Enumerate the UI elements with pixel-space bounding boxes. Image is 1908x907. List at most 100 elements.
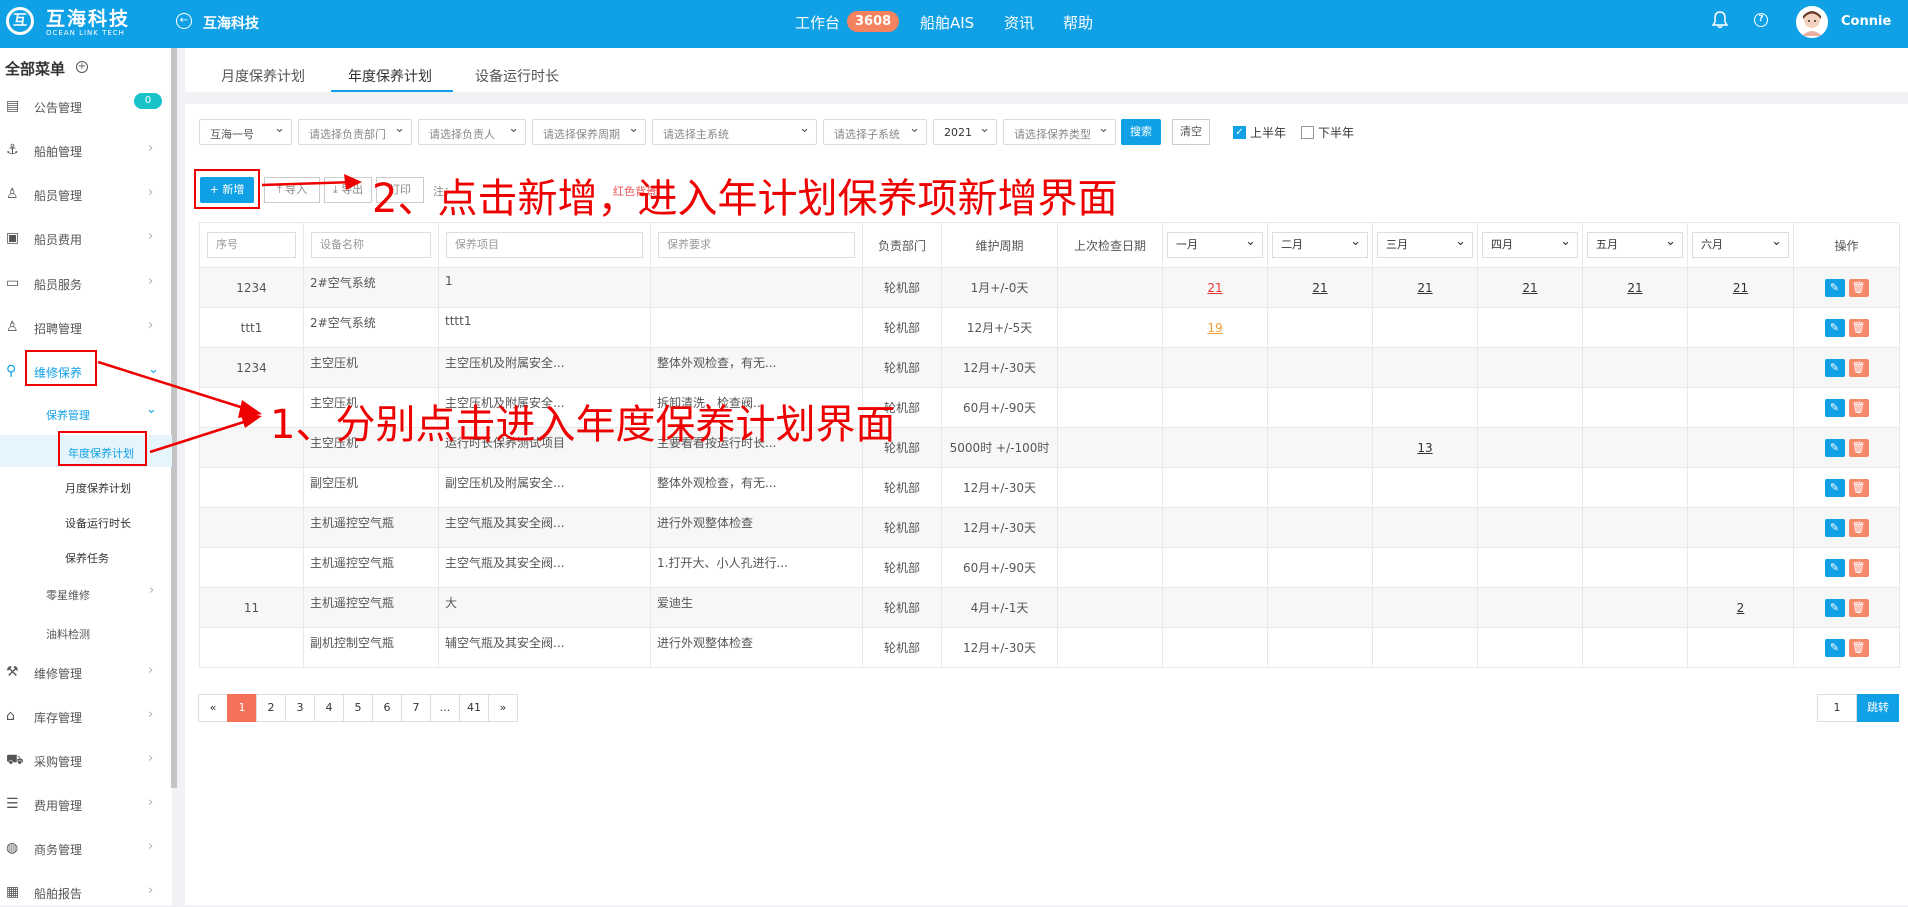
page-prev[interactable]: «	[198, 694, 228, 722]
sidebar-item-crew-service[interactable]: ▭ 船员服务 ›	[0, 268, 172, 298]
main-system-select[interactable]: 请选择主系统	[652, 119, 817, 145]
menu-add-icon[interactable]: +	[76, 61, 88, 73]
tab-monthly-plan[interactable]: 月度保养计划	[221, 66, 305, 86]
help-icon[interactable]: ?	[1754, 13, 1768, 27]
sidebar-item-repair[interactable]: 零星维修	[46, 587, 90, 603]
tab-runtime[interactable]: 设备运行时长	[475, 66, 559, 86]
sidebar-item-oil[interactable]: 油料检测	[46, 626, 90, 642]
back-icon[interactable]: ←	[176, 13, 192, 29]
page-jump-input[interactable]: 1	[1817, 694, 1857, 722]
month-1-select[interactable]: 一月	[1167, 230, 1263, 258]
sidebar-item-crew-cost[interactable]: ▣ 船员费用 ›	[0, 223, 172, 253]
sidebar-item-repair-mgmt[interactable]: ⚒ 维修管理 ›	[0, 657, 172, 687]
filter-no-input[interactable]: 序号	[207, 232, 296, 258]
sidebar-item-notice[interactable]: ▤ 公告管理	[0, 91, 172, 121]
month-count-link[interactable]: 19	[1207, 321, 1222, 335]
page-jump-button[interactable]: 跳转	[1857, 694, 1899, 722]
month-count-link[interactable]: 2	[1737, 601, 1745, 615]
sidebar-item-purchase[interactable]: ⛟ 采购管理 ›	[0, 745, 172, 775]
month-count-link[interactable]: 13	[1417, 441, 1432, 455]
sidebar-item-runtime[interactable]: 设备运行时长	[65, 515, 131, 531]
nav-ship-ais[interactable]: 船舶AIS	[920, 12, 974, 33]
month-3-select[interactable]: 三月	[1377, 230, 1473, 258]
edit-icon[interactable]: ✎	[1824, 638, 1845, 657]
sub-system-select[interactable]: 请选择子系统	[823, 119, 927, 145]
sidebar-item-stock[interactable]: ⌂ 库存管理 ›	[0, 701, 172, 731]
month-count-link[interactable]: 21	[1312, 281, 1327, 295]
month-count-link[interactable]: 21	[1627, 281, 1642, 295]
second-half-checkbox[interactable]	[1301, 126, 1314, 139]
cell-req: 整体外观检查，有无...	[650, 347, 863, 388]
page-1[interactable]: 1	[227, 694, 257, 722]
sidebar-item-tasks[interactable]: 保养任务	[65, 550, 109, 566]
edit-icon[interactable]: ✎	[1824, 598, 1845, 617]
page-2[interactable]: 2	[256, 694, 286, 722]
delete-icon[interactable]: 🗑	[1848, 358, 1869, 377]
delete-icon[interactable]: 🗑	[1848, 518, 1869, 537]
delete-icon[interactable]: 🗑	[1848, 318, 1869, 337]
export-button[interactable]: ⤓ 导出	[324, 177, 372, 203]
edit-icon[interactable]: ✎	[1824, 438, 1845, 457]
person-select[interactable]: 请选择负责人	[418, 119, 526, 145]
report-icon: ▦	[6, 884, 20, 900]
import-button[interactable]: ⤒ 导入	[264, 177, 320, 203]
delete-icon[interactable]: 🗑	[1848, 278, 1869, 297]
page-7[interactable]: 7	[401, 694, 431, 722]
page-5[interactable]: 5	[343, 694, 373, 722]
month-2-select[interactable]: 二月	[1272, 230, 1368, 258]
delete-icon[interactable]: 🗑	[1848, 398, 1869, 417]
filter-req-input[interactable]: 保养要求	[658, 232, 855, 258]
nav-news[interactable]: 资讯	[1004, 12, 1034, 33]
filter-item-input[interactable]: 保养项目	[446, 232, 643, 258]
dept-select[interactable]: 请选择负责部门	[298, 119, 412, 145]
sidebar-item-monthly-plan[interactable]: 月度保养计划	[65, 480, 131, 496]
month-4-select[interactable]: 四月	[1482, 230, 1578, 258]
month-6-select[interactable]: 六月	[1692, 230, 1789, 258]
sidebar-item-report[interactable]: ▦ 船舶报告 ›	[0, 877, 172, 907]
cycle-select[interactable]: 请选择保养周期	[532, 119, 646, 145]
edit-icon[interactable]: ✎	[1824, 318, 1845, 337]
tab-annual-plan[interactable]: 年度保养计划	[348, 66, 432, 86]
cell-month-1	[1162, 547, 1268, 588]
delete-icon[interactable]: 🗑	[1848, 638, 1869, 657]
edit-icon[interactable]: ✎	[1824, 478, 1845, 497]
clear-button[interactable]: 清空	[1172, 119, 1210, 145]
type-select[interactable]: 请选择保养类型	[1003, 119, 1116, 145]
delete-icon[interactable]: 🗑	[1848, 558, 1869, 577]
ship-select[interactable]: 互海一号	[199, 119, 292, 145]
month-count-link[interactable]: 21	[1733, 281, 1748, 295]
delete-icon[interactable]: 🗑	[1848, 438, 1869, 457]
month-count-link[interactable]: 21	[1417, 281, 1432, 295]
search-button[interactable]: 搜索	[1121, 119, 1161, 145]
edit-icon[interactable]: ✎	[1824, 518, 1845, 537]
filter-equip-input[interactable]: 设备名称	[311, 232, 431, 258]
edit-icon[interactable]: ✎	[1824, 558, 1845, 577]
delete-icon[interactable]: 🗑	[1848, 478, 1869, 497]
page-4[interactable]: 4	[314, 694, 344, 722]
avatar[interactable]	[1796, 6, 1828, 38]
sidebar-item-cost[interactable]: ☰ 费用管理 ›	[0, 789, 172, 819]
sidebar-item-crew[interactable]: ♙ 船员管理 ›	[0, 179, 172, 209]
page-3[interactable]: 3	[285, 694, 315, 722]
user-name[interactable]: Connie	[1841, 14, 1891, 29]
edit-icon[interactable]: ✎	[1824, 358, 1845, 377]
page-6[interactable]: 6	[372, 694, 402, 722]
edit-icon[interactable]: ✎	[1824, 398, 1845, 417]
page-41[interactable]: 41	[459, 694, 489, 722]
cell-last-check	[1057, 427, 1163, 468]
sidebar-item-business[interactable]: ◍ 商务管理 ›	[0, 833, 172, 863]
delete-icon[interactable]: 🗑	[1848, 598, 1869, 617]
edit-icon[interactable]: ✎	[1824, 278, 1845, 297]
first-half-checkbox[interactable]: ✓	[1233, 126, 1246, 139]
nav-workbench[interactable]: 工作台	[795, 12, 840, 33]
month-5-select[interactable]: 五月	[1587, 230, 1683, 258]
sidebar-item-recruit[interactable]: ♙ 招聘管理 ›	[0, 312, 172, 342]
page-next[interactable]: »	[488, 694, 518, 722]
bell-icon[interactable]	[1712, 11, 1728, 29]
nav-help[interactable]: 帮助	[1063, 12, 1093, 33]
month-count-link[interactable]: 21	[1522, 281, 1537, 295]
year-select[interactable]: 2021	[933, 119, 997, 145]
sidebar-item-ship[interactable]: ⚓ 船舶管理 ›	[0, 135, 172, 165]
month-count-link[interactable]: 21	[1207, 281, 1222, 295]
sidebar-group-care[interactable]: 保养管理	[46, 407, 90, 423]
